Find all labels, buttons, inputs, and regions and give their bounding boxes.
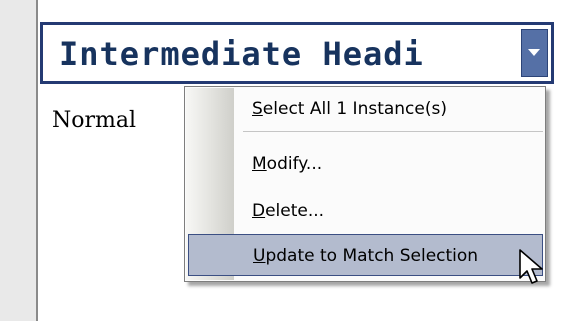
- menu-item-modify[interactable]: Modify...: [186, 143, 544, 185]
- style-item-normal[interactable]: Normal: [52, 108, 136, 133]
- arrow-pointer-icon: [519, 249, 543, 284]
- menu-item-delete[interactable]: Delete...: [186, 190, 544, 232]
- style-context-menu: Select All 1 Instance(s) Modify... Delet…: [184, 86, 546, 282]
- style-item-intermediate-heading[interactable]: Intermediate Headi: [40, 22, 554, 84]
- menu-item-label: Update to Match Selection: [253, 246, 479, 266]
- style-dropdown-button[interactable]: [521, 29, 548, 77]
- style-name: Intermediate Headi: [59, 35, 424, 73]
- menu-separator: [243, 131, 543, 132]
- menu-item-select-all[interactable]: Select All 1 Instance(s): [186, 88, 544, 130]
- menu-item-label: Delete...: [252, 201, 325, 221]
- menu-item-label: Modify...: [252, 154, 323, 174]
- menu-item-update-to-match-selection[interactable]: Update to Match Selection: [188, 234, 543, 276]
- chevron-down-icon: [528, 49, 540, 56]
- menu-item-label: Select All 1 Instance(s): [252, 99, 447, 119]
